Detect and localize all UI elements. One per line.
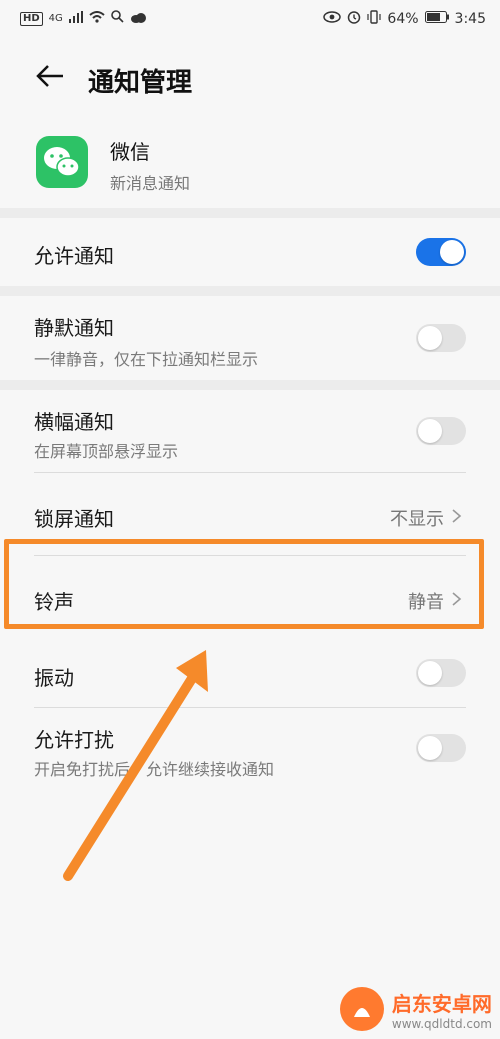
- battery-icon: [424, 11, 449, 27]
- cloud-icon: [130, 11, 146, 27]
- setting-label: 振动: [34, 666, 74, 690]
- signal-icon: [68, 10, 83, 27]
- setting-label: 允许打扰: [34, 728, 114, 752]
- setting-allow-notifications[interactable]: 允许通知: [0, 218, 500, 286]
- setting-description: 一律静音，仅在下拉通知栏显示: [34, 350, 259, 369]
- clock: 3:45: [454, 11, 486, 27]
- app-name: 微信: [110, 140, 150, 164]
- toggle-knob: [418, 326, 442, 350]
- setting-banner-notifications[interactable]: 横幅通知 在屏幕顶部悬浮显示: [0, 390, 500, 472]
- vibrate-icon: [367, 10, 382, 28]
- watermark: 启东安卓网 www.qdldtd.com: [339, 987, 492, 1031]
- toggle-knob: [418, 736, 442, 760]
- section-divider: [0, 208, 500, 218]
- setting-description: 在屏幕顶部悬浮显示: [34, 442, 179, 461]
- status-bar: HD 4G 64% 3:45: [0, 0, 500, 40]
- hd-badge: HD: [20, 11, 43, 26]
- toggle-knob: [418, 419, 442, 443]
- watermark-name: 启东安卓网: [391, 991, 492, 1016]
- watermark-logo-icon: [339, 987, 384, 1031]
- setting-value: 不显示: [390, 509, 444, 530]
- vibration-toggle[interactable]: [416, 659, 466, 687]
- back-button[interactable]: [30, 58, 70, 98]
- watermark-text: 启东安卓网 www.qdldtd.com: [392, 988, 492, 1031]
- watermark-url: www.qdldtd.com: [391, 1016, 492, 1031]
- toggle-knob: [440, 240, 464, 264]
- page-title: 通知管理: [88, 68, 193, 98]
- status-left: HD 4G: [20, 10, 146, 27]
- app-subtitle: 新消息通知: [110, 174, 191, 193]
- title-bar: 通知管理: [0, 40, 500, 120]
- section-divider: [0, 286, 500, 296]
- eye-icon: [323, 11, 342, 27]
- allow-notifications-toggle[interactable]: [416, 238, 466, 266]
- battery-percent: 64%: [387, 11, 419, 27]
- silent-notifications-toggle[interactable]: [416, 324, 466, 352]
- wifi-icon: [89, 10, 105, 27]
- setting-label: 横幅通知: [34, 410, 114, 434]
- section-divider: [0, 380, 500, 390]
- setting-label: 锁屏通知: [34, 507, 114, 531]
- alarm-icon: [347, 10, 361, 28]
- setting-silent-notifications[interactable]: 静默通知 一律静音，仅在下拉通知栏显示: [0, 296, 500, 380]
- app-header: 微信 新消息通知: [0, 120, 500, 208]
- wechat-icon: [36, 136, 88, 188]
- setting-vibration[interactable]: 振动: [0, 638, 500, 708]
- setting-description: 开启免打扰后，允许继续接收通知: [34, 760, 275, 779]
- setting-label: 允许通知: [34, 244, 114, 268]
- back-arrow-icon: [36, 64, 64, 92]
- toggle-knob: [418, 661, 442, 685]
- network-label: 4G: [48, 13, 63, 24]
- banner-notifications-toggle[interactable]: [416, 417, 466, 445]
- setting-label: 静默通知: [34, 316, 114, 340]
- chevron-right-icon: [450, 508, 464, 523]
- search-icon: [110, 10, 124, 27]
- setting-allow-disturb[interactable]: 允许打扰 开启免打扰后，允许继续接收通知: [0, 708, 500, 792]
- highlight-box: [4, 539, 484, 629]
- allow-disturb-toggle[interactable]: [416, 734, 466, 762]
- status-right: 64% 3:45: [323, 10, 486, 28]
